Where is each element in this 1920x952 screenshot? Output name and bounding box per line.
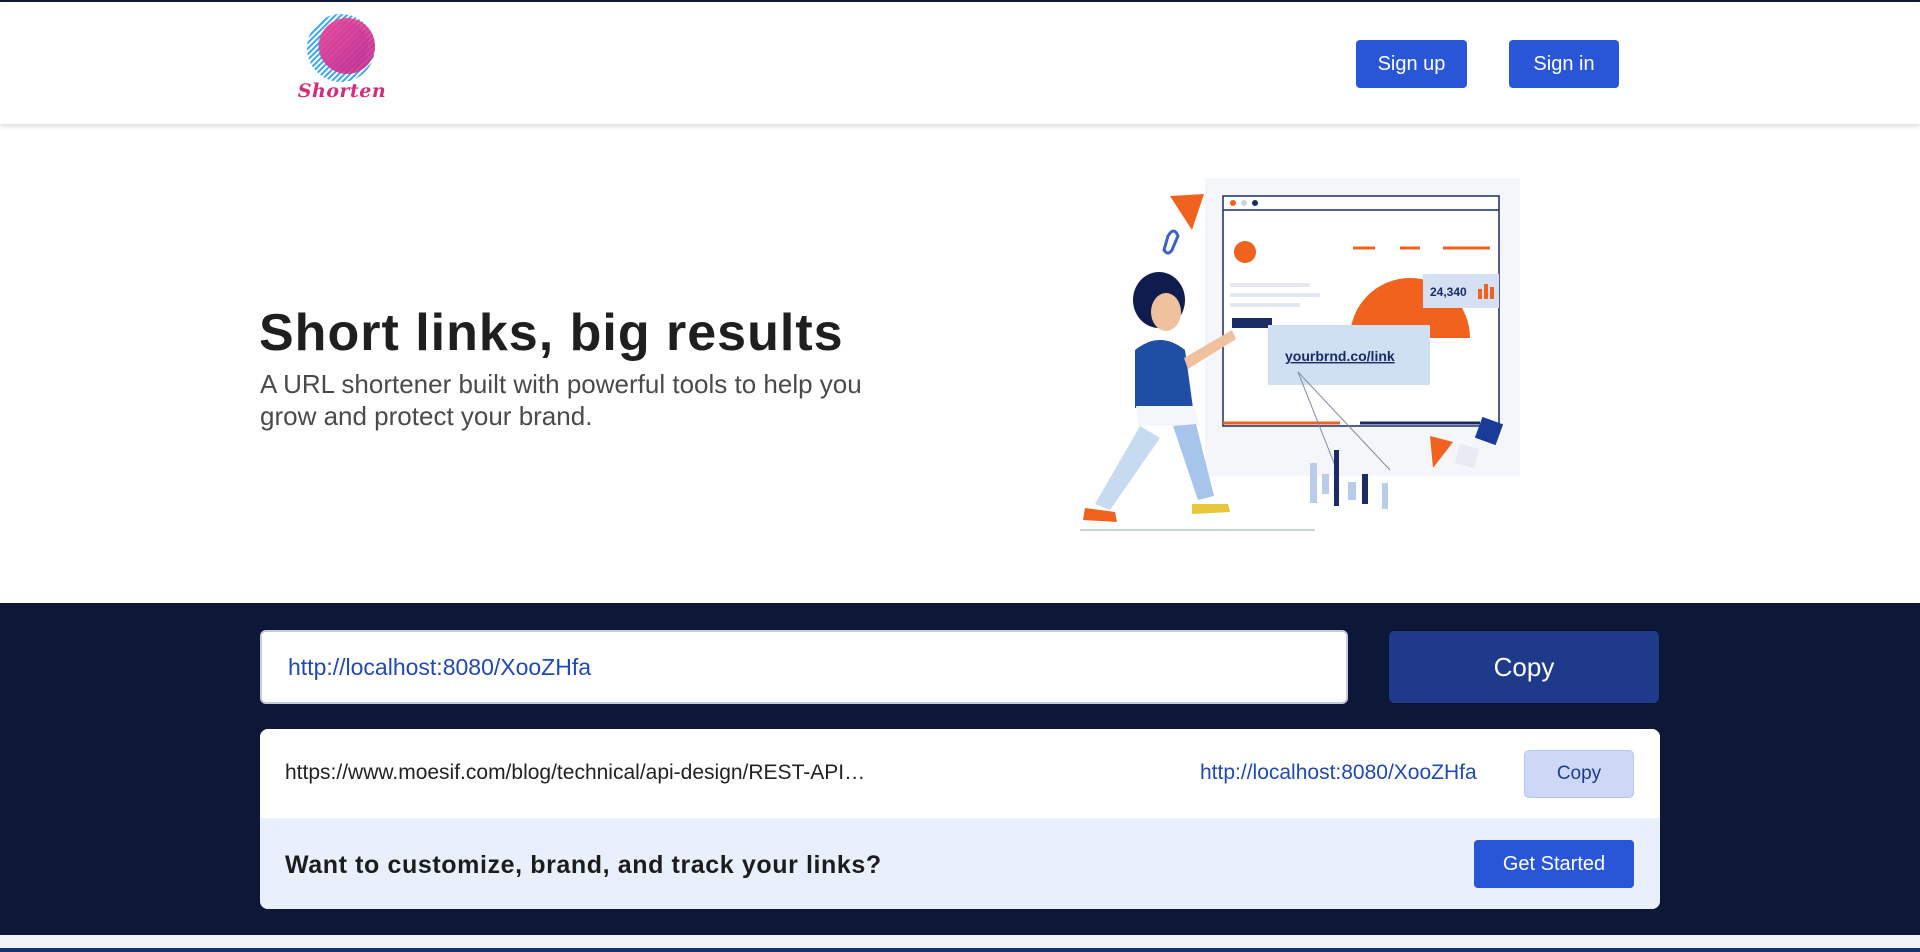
promo-row: Want to customize, brand, and track your… xyxy=(260,818,1660,909)
text-placeholder-line xyxy=(1230,283,1310,287)
dark-button-shape xyxy=(1232,318,1272,328)
bottom-bar-line xyxy=(0,948,1920,952)
result-card: https://www.moesif.com/blog/technical/ap… xyxy=(260,729,1660,909)
link-card-text: yourbrnd.co/link xyxy=(1285,348,1395,364)
copy-shortened-url-button[interactable]: Copy xyxy=(1388,630,1660,704)
hero-subtitle: A URL shortener built with powerful tool… xyxy=(260,369,862,431)
stat-bar-icon xyxy=(1490,287,1494,299)
text-placeholder-line xyxy=(1230,303,1300,307)
hero-illustration: 24,340 yourbrnd.co/link xyxy=(1080,178,1520,531)
bar-shape xyxy=(1310,463,1317,503)
bar-shape xyxy=(1322,474,1329,494)
top-navbar: Shorten Sign up Sign in xyxy=(0,2,1920,125)
bar-shape xyxy=(1334,450,1339,506)
original-url-text: https://www.moesif.com/blog/technical/ap… xyxy=(285,761,866,784)
bar-shape xyxy=(1348,482,1356,500)
short-url-link[interactable]: http://localhost:8080/XooZHfa xyxy=(1200,761,1477,785)
stat-bar-icon xyxy=(1478,289,1482,299)
bar-shape xyxy=(1362,474,1368,504)
stat-bar-icon xyxy=(1484,284,1488,299)
bar-shape xyxy=(1382,483,1388,509)
text-placeholder-line xyxy=(1230,293,1320,297)
get-started-button[interactable]: Get Started xyxy=(1474,840,1634,888)
stat-value-text: 24,340 xyxy=(1430,285,1467,299)
sign-in-button[interactable]: Sign in xyxy=(1509,40,1619,88)
logo-circles-icon xyxy=(307,14,375,82)
bottom-strip xyxy=(0,935,1920,952)
browser-dot-icon xyxy=(1252,200,1258,206)
avatar-circle-shape xyxy=(1234,241,1256,263)
promo-text: Want to customize, brand, and track your… xyxy=(285,851,882,879)
copy-result-button[interactable]: Copy xyxy=(1524,750,1634,798)
brand-logo[interactable]: Shorten xyxy=(292,12,392,107)
browser-dot-icon xyxy=(1230,200,1236,206)
result-row: https://www.moesif.com/blog/technical/ap… xyxy=(260,729,1660,818)
paperclip-icon xyxy=(1162,229,1180,255)
orange-triangle-shape xyxy=(1170,194,1204,230)
browser-dot-icon xyxy=(1241,200,1247,206)
logo-wordmark: Shorten xyxy=(297,80,387,102)
sign-up-button[interactable]: Sign up xyxy=(1356,40,1467,88)
shortened-url-input[interactable] xyxy=(260,630,1348,704)
hero-title: Short links, big results xyxy=(259,304,844,362)
